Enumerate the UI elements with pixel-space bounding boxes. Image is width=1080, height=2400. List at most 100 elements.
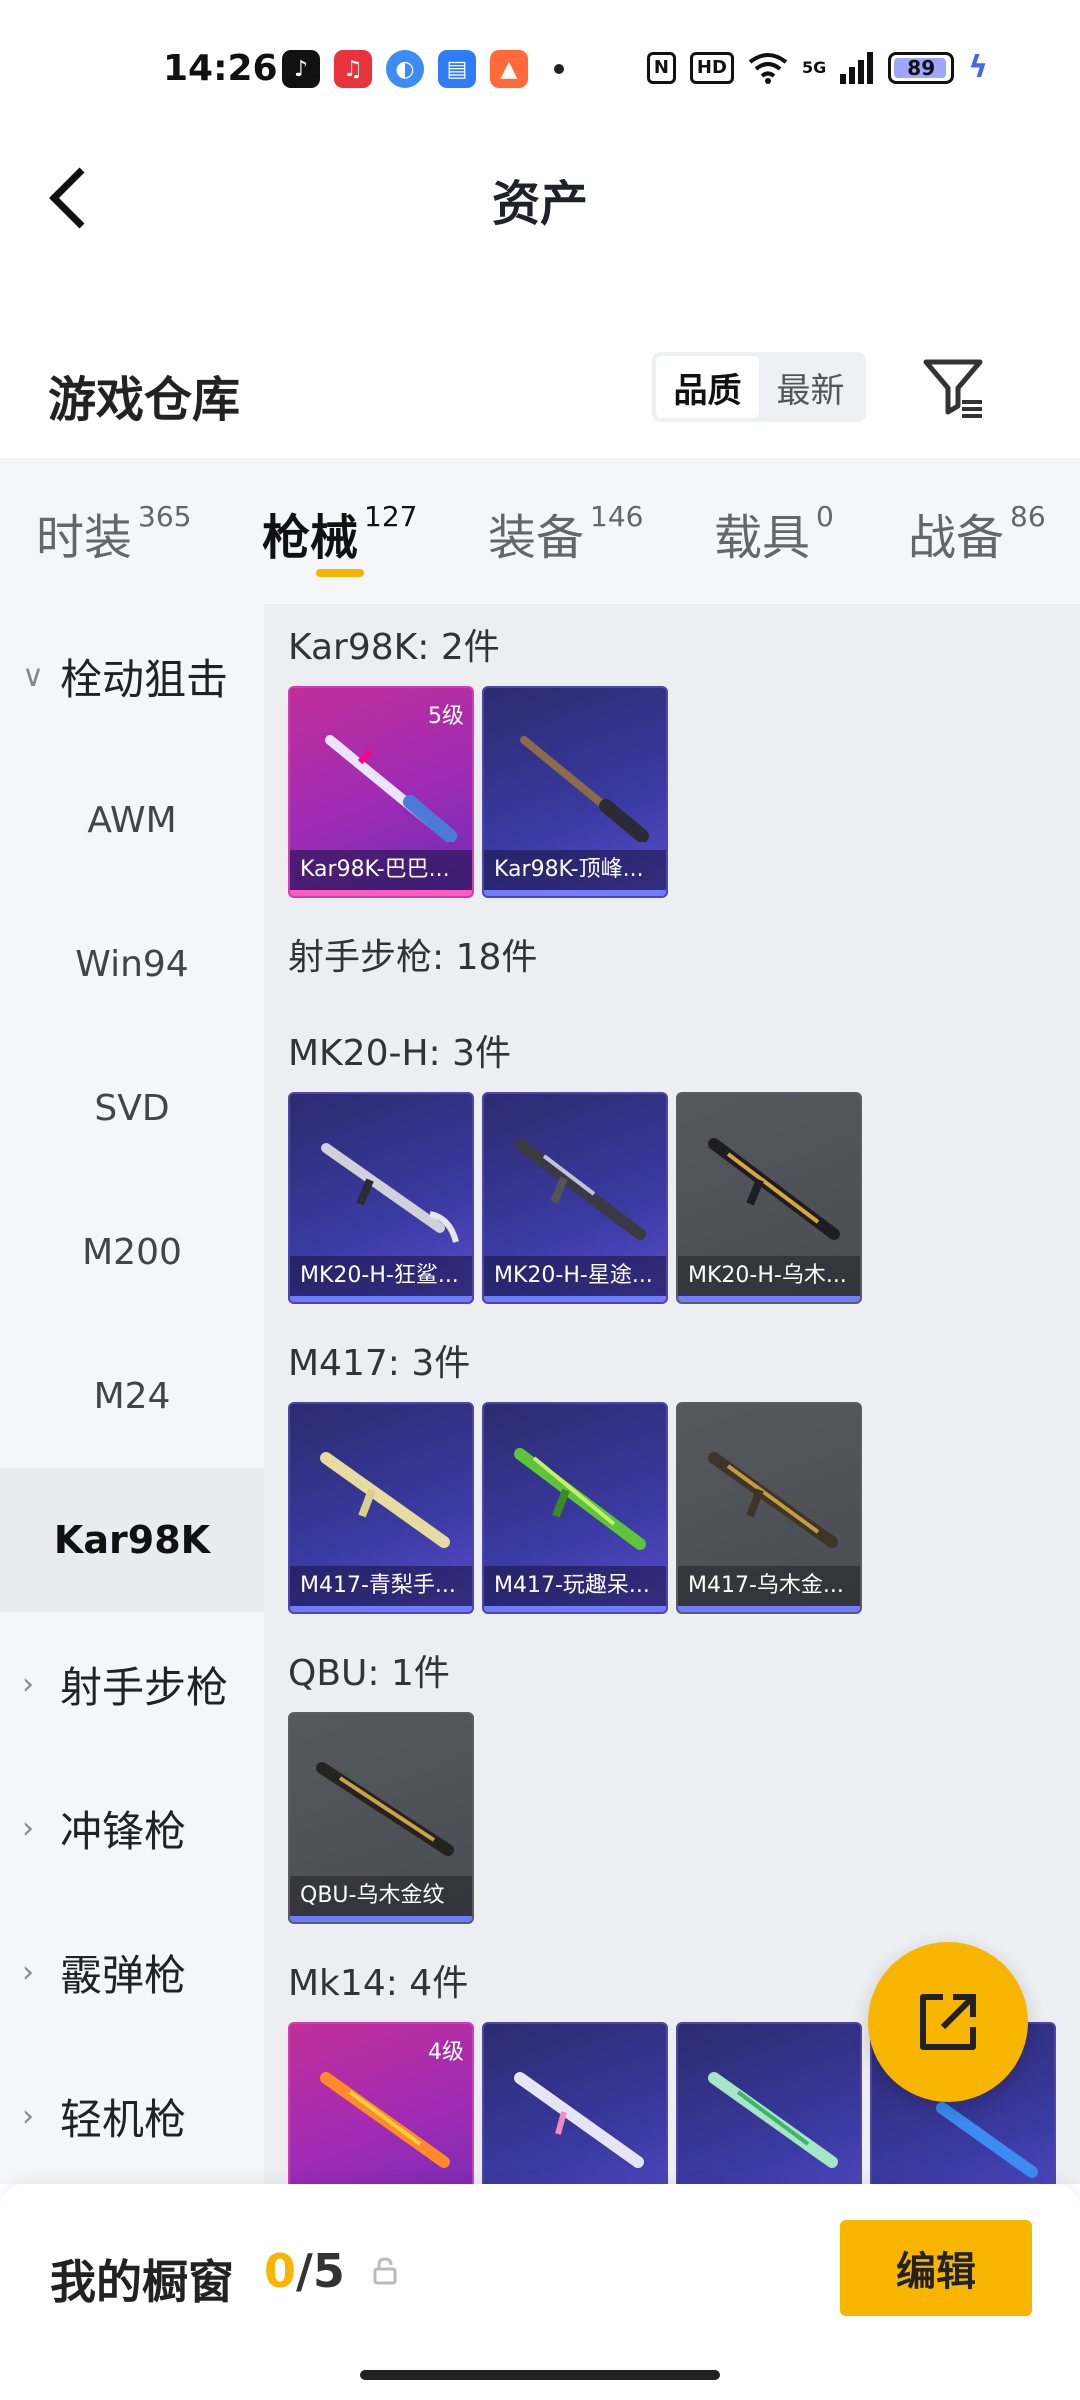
- weapon-card[interactable]: MK20-H-星途...: [482, 1092, 668, 1304]
- chevron-right-icon: ›: [22, 1954, 34, 1990]
- tab-outfits[interactable]: 时装 365: [36, 498, 191, 568]
- status-time: 14:26: [163, 48, 278, 89]
- showcase-bar: 我的橱窗 0/5 编辑: [0, 2184, 1080, 2400]
- home-indicator[interactable]: [360, 2370, 720, 2380]
- rifle-icon: [321, 1143, 459, 1243]
- tab-equipment[interactable]: 装备 146: [488, 498, 643, 568]
- weapon-card[interactable]: [676, 2022, 862, 2184]
- rarity-bar: [678, 1606, 860, 1612]
- app-header: 资产: [0, 140, 1080, 250]
- showcase-used: 0: [264, 2244, 297, 2298]
- nav-group-shotgun[interactable]: › 霰弹枪: [0, 1900, 264, 2044]
- weapon-name: QBU-乌木金纹: [290, 1876, 472, 1916]
- share-button[interactable]: [868, 1942, 1028, 2102]
- rifle-icon: [325, 735, 457, 842]
- weapon-name: M417-青梨手...: [290, 1566, 472, 1606]
- chevron-down-icon: ∨: [22, 658, 44, 694]
- tab-label: 装备: [488, 510, 585, 566]
- filter-icon[interactable]: [922, 356, 986, 420]
- game-app-icon: ▲: [490, 50, 528, 88]
- rarity-bar: [290, 1916, 472, 1922]
- rifle-icon: [514, 1138, 646, 1240]
- rifle-icon: [708, 1452, 838, 1548]
- category-tabs: 时装 365 枪械 127 装备 146 载具 0 战备 86: [0, 458, 1080, 604]
- system-indicators: N HD 5G 89 ϟ: [646, 50, 988, 85]
- lock-icon: [373, 2257, 397, 2285]
- weapon-card[interactable]: [482, 2022, 668, 2184]
- chevron-right-icon: ›: [22, 2098, 34, 2134]
- weapon-card[interactable]: M417-乌木金...: [676, 1402, 862, 1614]
- tiktok-app-icon: ♪: [282, 50, 320, 88]
- store-app-icon: ▤: [438, 50, 476, 88]
- tab-count: 86: [1010, 500, 1046, 533]
- rarity-bar: [290, 1606, 472, 1612]
- battery-level: 89: [907, 55, 936, 80]
- nav-group-label: 射手步枪: [60, 1662, 229, 1712]
- share-icon: [920, 1994, 976, 2050]
- wifi-icon: [748, 52, 788, 84]
- group-label-m417: M417: 3件: [288, 1343, 471, 1384]
- showcase-count: 0/5: [264, 2244, 345, 2298]
- hd-icon: HD: [689, 51, 734, 84]
- rarity-bar: [484, 1606, 666, 1612]
- rifle-icon: [320, 1452, 450, 1548]
- rifle-icon: [708, 1138, 840, 1240]
- nav-group-label: 冲锋枪: [60, 1806, 187, 1856]
- group-label-kar98k: Kar98K: 2件: [288, 627, 500, 668]
- tab-label: 时装: [36, 510, 133, 566]
- tab-count: 146: [590, 500, 644, 533]
- tab-label: 战备: [908, 510, 1005, 566]
- chevron-right-icon: ›: [22, 1666, 34, 1702]
- rarity-bar: [290, 890, 472, 896]
- nfc-icon: N: [646, 51, 676, 84]
- tab-vehicles[interactable]: 载具 0: [714, 498, 834, 568]
- network-type: 5G: [801, 58, 827, 77]
- nav-item-kar98k[interactable]: Kar98K: [0, 1468, 264, 1612]
- weapon-card[interactable]: MK20-H-乌木...: [676, 1092, 862, 1304]
- rifle-icon: [514, 2072, 644, 2168]
- weapon-card[interactable]: 4级: [288, 2022, 474, 2184]
- sort-quality-button[interactable]: 品质: [656, 356, 759, 418]
- tab-label: 载具: [714, 510, 811, 566]
- rifle-icon: [514, 1448, 646, 1550]
- group-label-qbu: QBU: 1件: [288, 1653, 450, 1694]
- edit-button[interactable]: 编辑: [840, 2220, 1032, 2316]
- battery-icon: 89: [888, 51, 955, 84]
- sort-newest-button[interactable]: 最新: [759, 356, 862, 418]
- rifle-icon: [320, 2072, 450, 2168]
- nav-item-m200[interactable]: M200: [0, 1180, 264, 1324]
- nav-item-win94[interactable]: Win94: [0, 892, 264, 1036]
- weapon-name: M417-玩趣呆...: [484, 1566, 666, 1606]
- nav-group-marksman[interactable]: › 射手步枪: [0, 1612, 264, 1756]
- tab-label: 枪械: [262, 510, 359, 566]
- nav-group-label: 霰弹枪: [60, 1950, 187, 2000]
- notification-icons: ♪ ♫ ◐ ▤ ▲: [282, 50, 564, 88]
- rarity-bar: [290, 1296, 472, 1302]
- weapon-card[interactable]: 5级 Kar98K-巴巴...: [288, 686, 474, 898]
- nav-group-lmg[interactable]: › 轻机枪: [0, 2044, 264, 2188]
- weapon-name: M417-乌木金...: [678, 1566, 860, 1606]
- nav-item-awm[interactable]: AWM: [0, 748, 264, 892]
- weapon-name: MK20-H-星途...: [484, 1256, 666, 1296]
- weapon-name: Kar98K-巴巴...: [290, 850, 472, 890]
- showcase-total: /5: [296, 2244, 345, 2298]
- more-notifications-dot: [554, 64, 564, 74]
- page-title: 资产: [491, 176, 588, 232]
- nav-group-label: 栓动狙击: [60, 654, 229, 704]
- weapon-card[interactable]: M417-玩趣呆...: [482, 1402, 668, 1614]
- nav-group-smg[interactable]: › 冲锋枪: [0, 1756, 264, 1900]
- rifle-icon: [708, 2072, 838, 2168]
- nav-group-label: 轻机枪: [60, 2094, 187, 2144]
- nav-item-svd[interactable]: SVD: [0, 1036, 264, 1180]
- weapon-card[interactable]: Kar98K-顶峰...: [482, 686, 668, 898]
- level-badge: 5级: [428, 704, 464, 729]
- nav-group-bolt-sniper[interactable]: ∨ 栓动狙击: [0, 604, 264, 748]
- nav-item-m24[interactable]: M24: [0, 1324, 264, 1468]
- weapon-card[interactable]: M417-青梨手...: [288, 1402, 474, 1614]
- rarity-bar: [484, 1296, 666, 1302]
- tab-firearms[interactable]: 枪械 127: [262, 498, 417, 568]
- status-bar: 14:26 ♪ ♫ ◐ ▤ ▲ N HD 5G 89 ϟ: [0, 0, 1080, 140]
- tab-supplies[interactable]: 战备 86: [908, 498, 1046, 568]
- weapon-card[interactable]: QBU-乌木金纹: [288, 1712, 474, 1924]
- weapon-card[interactable]: MK20-H-狂鲨...: [288, 1092, 474, 1304]
